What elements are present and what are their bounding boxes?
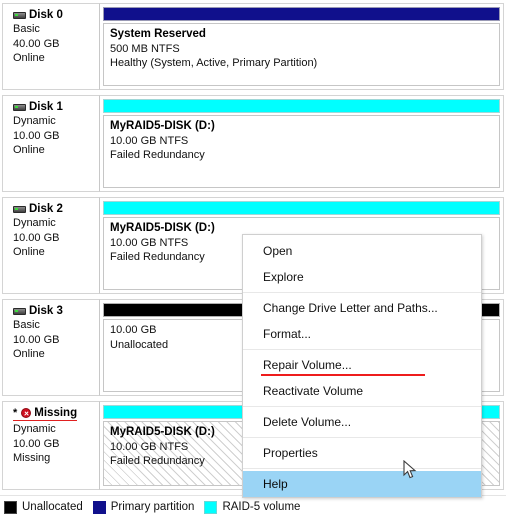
disk-size-disk0: 40.00 GB: [13, 37, 60, 50]
disk-status-missing: Missing: [13, 452, 51, 464]
disk-title-disk3: Disk 3: [13, 305, 93, 317]
drive-icon: [13, 11, 26, 19]
disk-volumes-pane-disk0: System Reserved 500 MB NTFS Healthy (Syste…: [100, 3, 504, 90]
disk-size-disk1: 10.00 GB: [13, 129, 60, 142]
disk-label: Disk 0: [29, 9, 63, 21]
menu-separator: [243, 437, 481, 438]
volume-box[interactable]: MyRAID5-DISK (D:) 10.00 GB NTFS Failed Red…: [103, 115, 500, 188]
disk-label: Disk 3: [29, 305, 63, 317]
disk-status-disk0: Online: [13, 52, 45, 64]
unallocated-swatch: [4, 500, 17, 514]
drive-icon: [13, 205, 26, 213]
disk-volumes-pane-disk1: MyRAID5-DISK (D:) 10.00 GB NTFS Failed Red…: [100, 95, 504, 192]
disk-info-pane-disk0[interactable]: Disk 0 Basic 40.00 GB Online: [2, 3, 100, 90]
menu-item-explore[interactable]: Explore: [243, 264, 481, 290]
volume-status: Healthy (System, Active, Primary Partiti…: [110, 57, 318, 69]
disk-row-disk0[interactable]: Disk 0 Basic 40.00 GB Online System Reserved…: [2, 2, 504, 90]
disk-label: Disk 2: [29, 203, 63, 215]
legend-bar: Unallocated Primary partition RAID-5 volum…: [0, 495, 506, 518]
disk-size-missing: 10.00 GB: [13, 437, 60, 450]
volume-context-menu[interactable]: Open Explore Change Drive Letter and Paths…: [242, 234, 482, 498]
volume-capacity-bar-disk0: [103, 7, 500, 21]
disk-info-pane-disk2[interactable]: Disk 2 Dynamic 10.00 GB Online: [2, 197, 100, 294]
menu-item-format[interactable]: Format...: [243, 321, 481, 347]
volume-name: MyRAID5-DISK (D:): [110, 120, 215, 132]
drive-icon: [13, 307, 26, 315]
disk-info-pane-disk3[interactable]: Disk 3 Basic 10.00 GB Online: [2, 299, 100, 396]
legend-label: Primary partition: [110, 501, 195, 513]
legend-label: RAID-5 volume: [222, 501, 301, 513]
disk-row-disk1[interactable]: Disk 1 Dynamic 10.00 GB Online MyRAID5-DISK …: [2, 94, 504, 192]
volume-strip-disk1: MyRAID5-DISK (D:) 10.00 GB NTFS Failed Red…: [103, 115, 500, 188]
disk-status-disk2: Online: [13, 246, 45, 258]
disk-title-disk0: Disk 0: [13, 9, 93, 21]
menu-separator: [243, 406, 481, 407]
menu-item-repair-volume[interactable]: Repair Volume...: [243, 352, 481, 378]
menu-item-change-drive-letter-and-paths[interactable]: Change Drive Letter and Paths...: [243, 295, 481, 321]
disk-status-disk3: Online: [13, 348, 45, 360]
legend-item: Unallocated: [4, 500, 83, 514]
disk-type-disk3: Basic: [13, 319, 40, 331]
legend-item: RAID-5 volume: [204, 500, 301, 514]
menu-item-properties[interactable]: Properties: [243, 440, 481, 466]
disk-size-disk3: 10.00 GB: [13, 333, 60, 346]
disk-title-missing: * Missing: [13, 407, 78, 421]
disk-label: Disk 1: [29, 101, 63, 113]
menu-item-open[interactable]: Open: [243, 238, 481, 264]
error-icon: [21, 408, 32, 418]
disk-title-disk2: Disk 2: [13, 203, 93, 215]
disk-type-disk2: Dynamic: [13, 217, 56, 229]
volume-size-filesystem: 500 MB NTFS: [110, 42, 180, 55]
primary-partition-swatch: [92, 500, 106, 514]
disk-label: Missing: [34, 407, 78, 419]
disk-type-disk1: Dynamic: [13, 115, 56, 127]
disk-size-disk2: 10.00 GB: [13, 231, 60, 244]
disk-info-pane-disk1[interactable]: Disk 1 Dynamic 10.00 GB Online: [2, 95, 100, 192]
menu-separator: [243, 468, 481, 469]
missing-asterisk: *: [13, 407, 18, 419]
volume-name: System Reserved: [110, 28, 206, 40]
disk-info-pane-missing[interactable]: * Missing Dynamic 10.00 GB Missing: [2, 401, 100, 490]
menu-separator: [243, 349, 481, 350]
volume-capacity-bar-disk1: [103, 99, 500, 113]
menu-item-reactivate-volume[interactable]: Reactivate Volume: [243, 378, 481, 404]
drive-icon: [13, 103, 26, 111]
disk-status-disk1: Online: [13, 144, 45, 156]
menu-separator: [243, 292, 481, 293]
menu-item-help[interactable]: Help: [243, 471, 481, 497]
volume-status: Failed Redundancy: [110, 149, 205, 161]
menu-item-delete-volume[interactable]: Delete Volume...: [243, 409, 481, 435]
disk-type-missing: Dynamic: [13, 423, 56, 435]
volume-strip-disk0: System Reserved 500 MB NTFS Healthy (Syste…: [103, 23, 500, 86]
legend-item: Primary partition: [92, 500, 195, 514]
volume-box[interactable]: System Reserved 500 MB NTFS Healthy (Syste…: [103, 23, 500, 86]
volume-size-filesystem: 10.00 GB NTFS: [110, 134, 189, 147]
disk-title-disk1: Disk 1: [13, 101, 93, 113]
raid5-volume-swatch: [204, 500, 218, 514]
legend-label: Unallocated: [22, 501, 83, 513]
volume-capacity-bar-disk2: [103, 201, 500, 215]
disk-type-disk0: Basic: [13, 23, 40, 35]
